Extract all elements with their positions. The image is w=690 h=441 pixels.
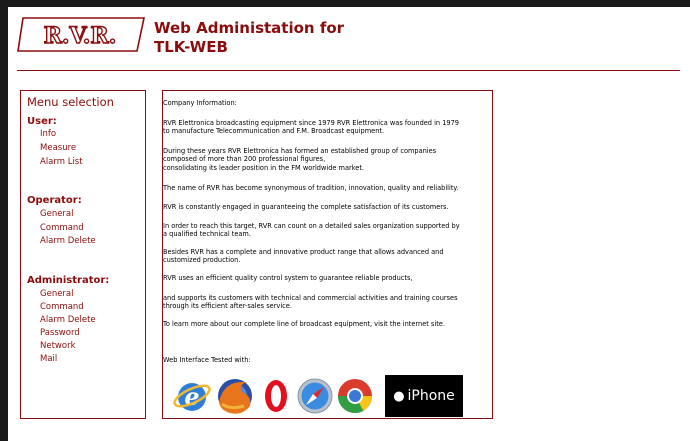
paragraph-founded: RVR Elettronica broadcasting equipment s… (163, 119, 459, 136)
menu-item-user-info[interactable]: Info (40, 129, 56, 139)
paragraph-sales: In order to reach this target, RVR can c… (163, 222, 460, 239)
iphone-label: iPhone (407, 388, 455, 404)
paragraph-company-info: Company Information: (163, 99, 237, 107)
rvr-logo: R.V.R. (17, 17, 145, 52)
paragraph-tested-with: Web Interface Tested with: (163, 356, 251, 364)
menu-item-admin-general[interactable]: General (40, 289, 74, 299)
menu-item-admin-alarm-delete[interactable]: Alarm Delete (40, 315, 96, 325)
header-divider (17, 70, 680, 71)
paragraph-group: During these years RVR Elettronica has f… (163, 147, 437, 172)
menu-item-operator-general[interactable]: General (40, 209, 74, 219)
menu-section-administrator: Administrator: (27, 275, 110, 286)
opera-icon (265, 380, 287, 412)
chrome-icon (338, 379, 372, 413)
logo-text: R.V.R. (44, 23, 117, 49)
menu-item-operator-alarm-delete[interactable]: Alarm Delete (40, 236, 96, 246)
menu-item-user-measure[interactable]: Measure (40, 143, 76, 153)
page-title-line1: Web Administation for (154, 19, 345, 37)
paragraph-tradition: The name of RVR has become synonymous of… (163, 184, 459, 192)
paragraph-support: and supports its customers with technica… (163, 294, 458, 311)
internet-explorer-icon: e (173, 382, 211, 411)
menu-section-user: User: (27, 116, 57, 127)
window-top-frame (0, 0, 690, 7)
menu-title: Menu selection (27, 95, 114, 109)
paragraph-learn-more: To learn more about our complete line of… (163, 320, 445, 328)
company-info-panel: Company Information: RVR Elettronica bro… (162, 90, 493, 419)
menu-item-admin-network[interactable]: Network (40, 341, 76, 351)
sidebar-menu: Menu selection User: Info Measure Alarm … (20, 90, 146, 419)
page-title-line2: TLK-WEB (154, 38, 228, 56)
paragraph-quality: RVR uses an efficient quality control sy… (163, 274, 413, 282)
menu-item-admin-password[interactable]: Password (40, 328, 80, 338)
firefox-icon (218, 379, 252, 414)
menu-item-admin-mail[interactable]: Mail (40, 354, 57, 364)
apple-icon: ● (393, 388, 405, 404)
menu-item-operator-command[interactable]: Command (40, 223, 84, 233)
menu-item-admin-command[interactable]: Command (40, 302, 84, 312)
window-left-frame (0, 0, 8, 441)
paragraph-product-range: Besides RVR has a complete and innovativ… (163, 248, 444, 265)
iphone-badge: ● iPhone (385, 375, 463, 417)
page-title: Web Administation for TLK-WEB (154, 19, 344, 57)
menu-section-operator: Operator: (27, 195, 82, 206)
paragraph-satisfaction: RVR is constantly engaged in guaranteein… (163, 203, 449, 211)
menu-item-user-alarm-list[interactable]: Alarm List (40, 157, 83, 167)
safari-icon (297, 378, 333, 414)
